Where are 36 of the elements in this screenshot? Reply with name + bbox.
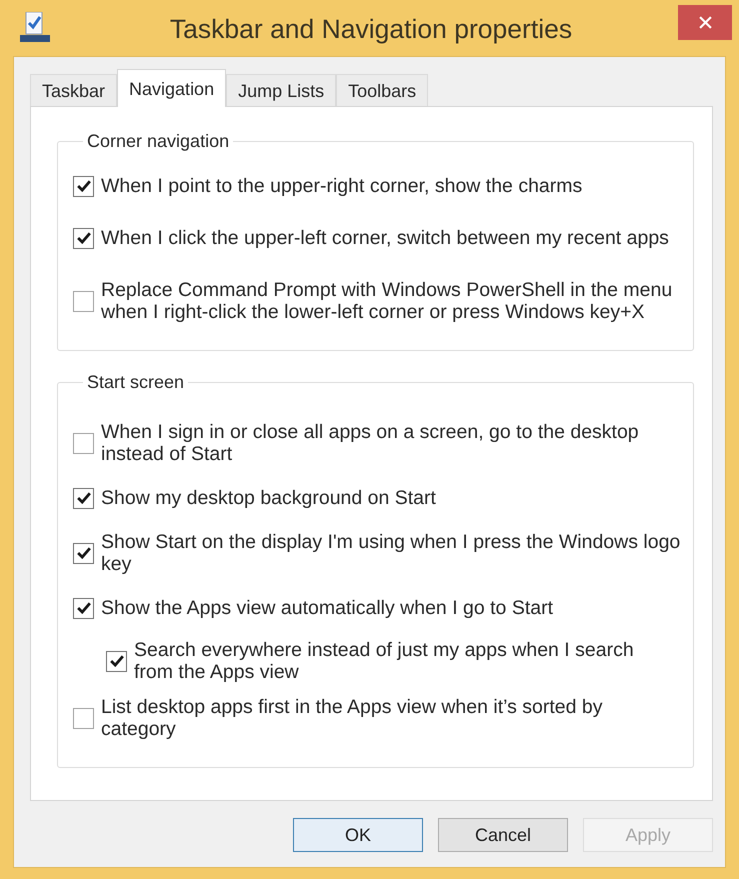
dialog-button[interactable]: Cancel [438, 818, 568, 852]
dialog-button[interactable]: OK [293, 818, 423, 852]
close-button[interactable] [678, 5, 732, 40]
close-icon [698, 16, 712, 29]
checkbox[interactable] [73, 228, 94, 248]
group-title: Start screen [86, 371, 186, 393]
option-label: When I point to the upper-right corner, show the charms [101, 175, 582, 197]
option-label: List desktop apps first in the Apps view when it’s sorted by category [101, 696, 604, 740]
tab[interactable]: Navigation [117, 69, 226, 107]
checkmark-icon [76, 180, 90, 192]
checkbox[interactable] [73, 708, 94, 728]
option-label: Show the Apps view automatically when I go to Start [101, 597, 553, 619]
group-title: Corner navigation [86, 130, 230, 152]
tab[interactable]: Jump Lists [226, 74, 336, 107]
option-label: When I click the upper-left corner, switch between my recent apps [101, 227, 669, 249]
checkbox[interactable] [106, 650, 127, 672]
option-label: Replace Command Prompt with Windows PowerShell in the menu when I right-click the lower-left corner or press Windows key+X [101, 279, 674, 323]
checkbox[interactable] [73, 290, 94, 312]
option-label: Search everywhere instead of just my apps when I search from the Apps view [134, 639, 635, 683]
checkbox[interactable] [73, 598, 94, 618]
option-label: Show Start on the display I'm using when I press the Windows logo key [101, 531, 682, 575]
option-label: When I sign in or close all apps on a screen, go to the desktop instead of Start [101, 421, 640, 465]
document-check-icon [20, 12, 50, 42]
checkmark-icon [76, 602, 90, 614]
checkmark-icon [76, 232, 90, 244]
checkmark-icon [76, 547, 90, 559]
option-label: Show my desktop background on Start [101, 487, 436, 509]
checkbox[interactable] [73, 488, 94, 508]
checkmark-icon [76, 492, 90, 504]
checkmark-icon [110, 655, 124, 667]
checkbox[interactable] [73, 432, 94, 454]
window-title: Taskbar and Navigation properties [170, 13, 572, 45]
checkbox[interactable] [73, 542, 94, 564]
tab[interactable]: Taskbar [30, 74, 118, 107]
checkbox[interactable] [73, 176, 94, 196]
tab[interactable]: Toolbars [336, 74, 428, 107]
